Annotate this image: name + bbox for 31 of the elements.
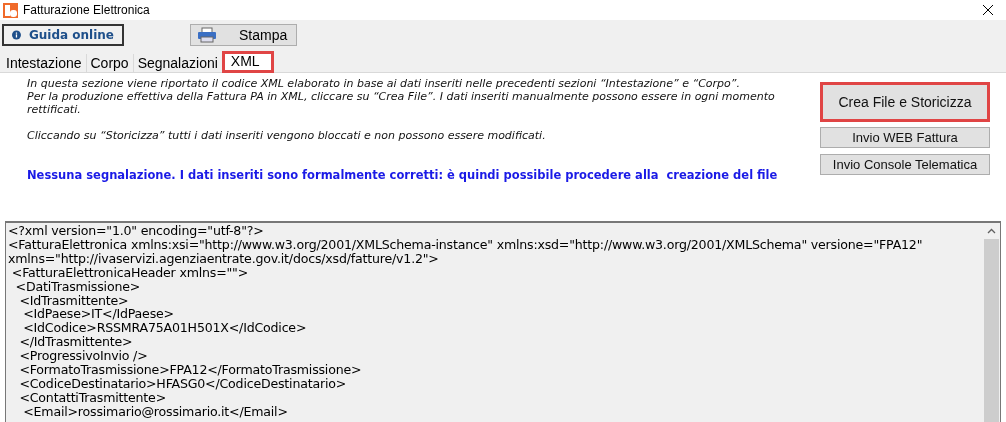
help-button[interactable]: Guida online xyxy=(2,24,124,46)
code-line: <ProgressivoInvio /> xyxy=(18,349,149,364)
code-line: <?xml version="1.0" encoding="utf-8"?> xyxy=(8,224,265,238)
info-icon xyxy=(12,28,21,42)
code-line: </IdTrasmittente> xyxy=(18,335,134,350)
action-button[interactable]: Invio WEB Fattura xyxy=(820,127,990,148)
close-icon[interactable] xyxy=(982,4,994,16)
printer-icon xyxy=(197,27,217,43)
code-line: <FatturaElettronica xmlns:xsi="http://www.w3.org/2001/XMLSchema-instance" xmlns:xsd="http://www.w3.org/2001/XMLSchema" versione="FPA12" xyxy=(8,237,924,252)
print-button[interactable]: Stampa xyxy=(190,24,297,46)
description-text: In questa sezione viene riportato il codice XML elaborato in base ai dati inseriti nelle precedenti sezioni “Intestazione” e “Corpo”. xyxy=(27,77,741,90)
scroll-up-icon[interactable] xyxy=(987,228,996,234)
xml-text-area[interactable] xyxy=(5,221,1001,422)
tab[interactable]: XML xyxy=(222,52,273,72)
code-line: <DatiTrasmissione> xyxy=(14,279,142,294)
code-line: <FormatoTrasmissione>FPA12</FormatoTrasmissione> xyxy=(18,363,363,377)
description-text: Per la produzione effettiva della Fattura PA in XML, cliccare su “Crea File”. I dati inseriti manualmente possono essere in ogni momento rettificati. xyxy=(27,90,776,116)
code-line: <IdTrasmittente> xyxy=(18,293,130,308)
action-button[interactable]: Invio Console Telematica xyxy=(820,154,990,175)
description-text: Cliccando su “Storicizza” tutti i dati inseriti vengono bloccati e non possono essere modificati. xyxy=(27,129,547,142)
code-line: <Email>rossimario@rossimario.it</Email> xyxy=(22,404,289,419)
window-title: Fatturazione Elettronica xyxy=(23,3,151,17)
scroll-thumb[interactable] xyxy=(984,239,999,422)
code-line: xmlns="http://ivaservizi.agenziaentrate.gov.it/docs/xsd/fatture/v1.2"> xyxy=(8,251,439,266)
code-line: <CodiceDestinatario>HFASG0</CodiceDestinatario> xyxy=(18,376,347,391)
code-line: <IdCodice>RSSMRA75A01H501X</IdCodice> xyxy=(22,321,308,336)
code-line: <ContattiTrasmittente> xyxy=(18,390,166,405)
code-line: <IdPaese>IT</IdPaese> xyxy=(22,307,175,322)
status-message: Nessuna segnalazione. I dati inseriti sono formalmente corretti: è quindi possibile procedere alla creazione del file xyxy=(27,168,779,182)
action-button[interactable]: Crea File e Storicizza xyxy=(820,82,990,122)
code-line: <FatturaElettronicaHeader xmlns=""> xyxy=(11,265,249,280)
